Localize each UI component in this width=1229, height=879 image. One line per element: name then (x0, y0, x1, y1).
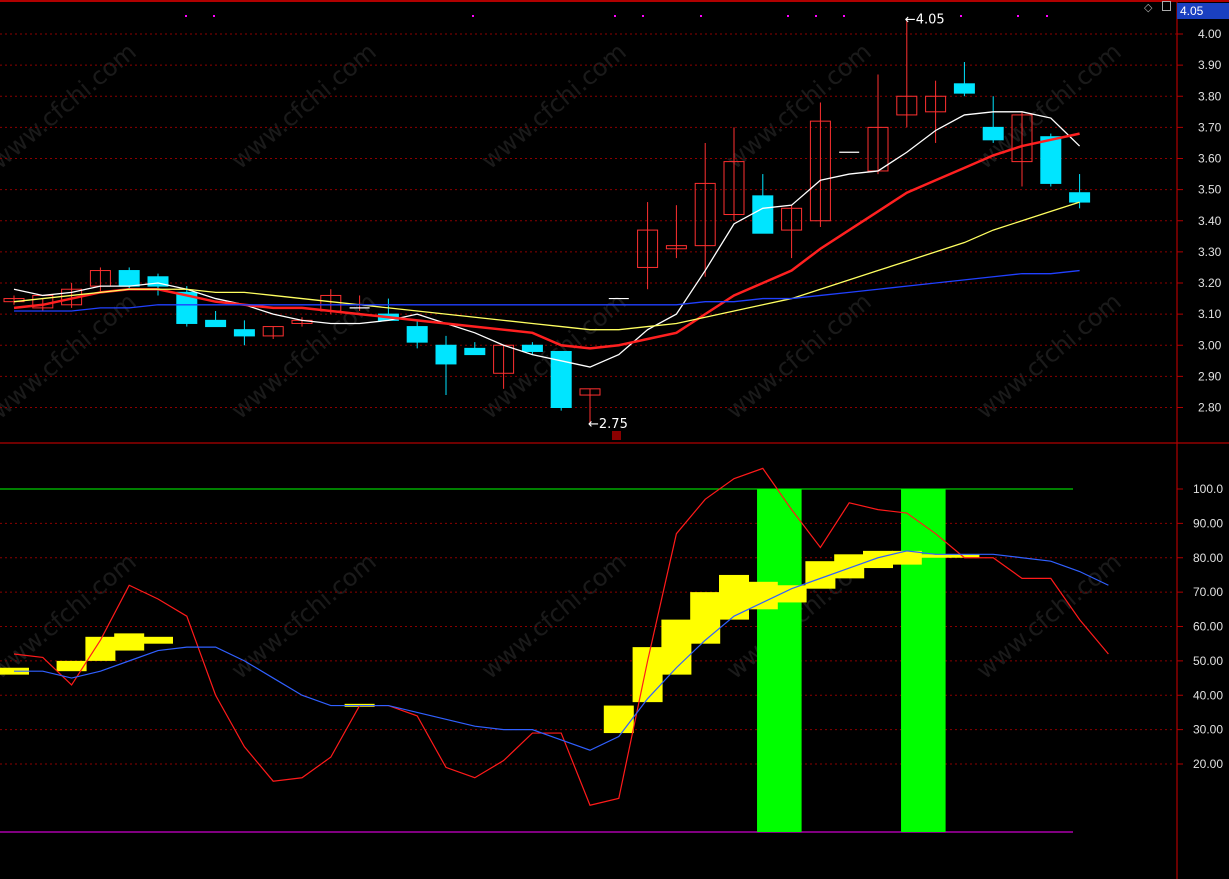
watermark: www.cfchi.com (971, 547, 1127, 684)
candle-body (406, 326, 428, 343)
candle-body (1040, 136, 1062, 184)
marker-dot (1017, 15, 1019, 17)
candle-body (1069, 192, 1091, 203)
watermark: www.cfchi.com (476, 547, 632, 684)
tick-label: 3.90 (1198, 58, 1222, 72)
candle-body (752, 195, 774, 234)
marker-dot (787, 15, 789, 17)
marker-dot (1046, 15, 1048, 17)
chart-canvas: www.cfchi.com www.cfchi.com www.cfchi.com w… (0, 0, 1229, 879)
indicator-block (603, 705, 634, 734)
marker-dot (614, 15, 616, 17)
marker-dot (185, 15, 187, 17)
tick-label: 3.30 (1198, 245, 1222, 259)
ma-line-ma60 (14, 269, 1080, 312)
tick-label: 70.00 (1193, 585, 1223, 599)
price-axis: 2.80 2.90 3.00 3.10 3.20 3.30 3.40 3.50 3.60 3.70… (1177, 27, 1223, 771)
watermark: www.cfchi.com (476, 37, 632, 174)
tick-label: 30.00 (1193, 723, 1223, 737)
marker-dot (472, 15, 474, 17)
annotation-label: ←2.75 (588, 417, 628, 432)
tick-label: 2.90 (1198, 369, 1222, 383)
indicator-block (719, 574, 749, 620)
tick-label: 3.00 (1198, 338, 1222, 352)
candle-body (982, 126, 1004, 141)
marker-dot (815, 15, 817, 17)
watermark: www.cfchi.com (226, 37, 382, 174)
tick-label: 100.0 (1193, 482, 1223, 496)
tick-label: 2.80 (1198, 401, 1222, 415)
tick-label: 3.50 (1198, 183, 1222, 197)
last-price-tag: 4.05 (1177, 3, 1229, 19)
signal-bar (757, 489, 802, 832)
candle-body (464, 347, 486, 356)
ma-line-ma10 (13, 132, 1080, 350)
watermark: www.cfchi.com (721, 287, 877, 424)
indicator-block (114, 633, 145, 651)
marker-dot (960, 15, 962, 17)
candle-body (233, 329, 255, 337)
signal-bar (901, 489, 946, 832)
indicator-block (834, 554, 865, 579)
watermark: www.cfchi.com (721, 37, 877, 174)
tick-label: 20.00 (1193, 757, 1223, 771)
tick-label: 4.00 (1198, 27, 1222, 41)
top-border (0, 0, 1229, 2)
tick-label: 60.00 (1193, 620, 1223, 634)
indicator-block (747, 581, 778, 610)
candle-body (953, 83, 975, 94)
panel-icon[interactable] (1162, 1, 1171, 11)
marker-dot (642, 15, 644, 17)
candle-body (435, 344, 457, 365)
tick-label: 90.00 (1193, 516, 1223, 530)
tick-label: 80.00 (1193, 551, 1223, 565)
candle-body (521, 344, 543, 352)
tick-label: 3.60 (1198, 152, 1222, 166)
indicator-block (661, 619, 692, 675)
indicator-block (863, 550, 893, 569)
indicator-block (143, 636, 173, 644)
tick-label: 3.10 (1198, 307, 1222, 321)
watermark: www.cfchi.com (971, 287, 1127, 424)
watermark: www.cfchi.com (0, 37, 142, 174)
indicator-block (690, 592, 721, 644)
annotation-label: ←4.05 (905, 12, 945, 27)
marker-dot (700, 15, 702, 17)
indicator-block (632, 647, 663, 703)
tick-label: 40.00 (1193, 688, 1223, 702)
ma-line-ma5 (13, 111, 1081, 368)
tick-label: 50.00 (1193, 654, 1223, 668)
diamond-icon[interactable]: ◇ (1144, 1, 1152, 14)
tick-label: 3.80 (1198, 89, 1222, 103)
tick-label: 3.70 (1198, 120, 1222, 134)
candle-body (118, 270, 140, 287)
tick-label: 3.20 (1198, 276, 1222, 290)
low-marker (612, 431, 621, 440)
tick-label: 3.40 (1198, 214, 1222, 228)
marker-dot (213, 15, 215, 17)
candle-body (205, 319, 227, 328)
marker-dot (843, 15, 845, 17)
